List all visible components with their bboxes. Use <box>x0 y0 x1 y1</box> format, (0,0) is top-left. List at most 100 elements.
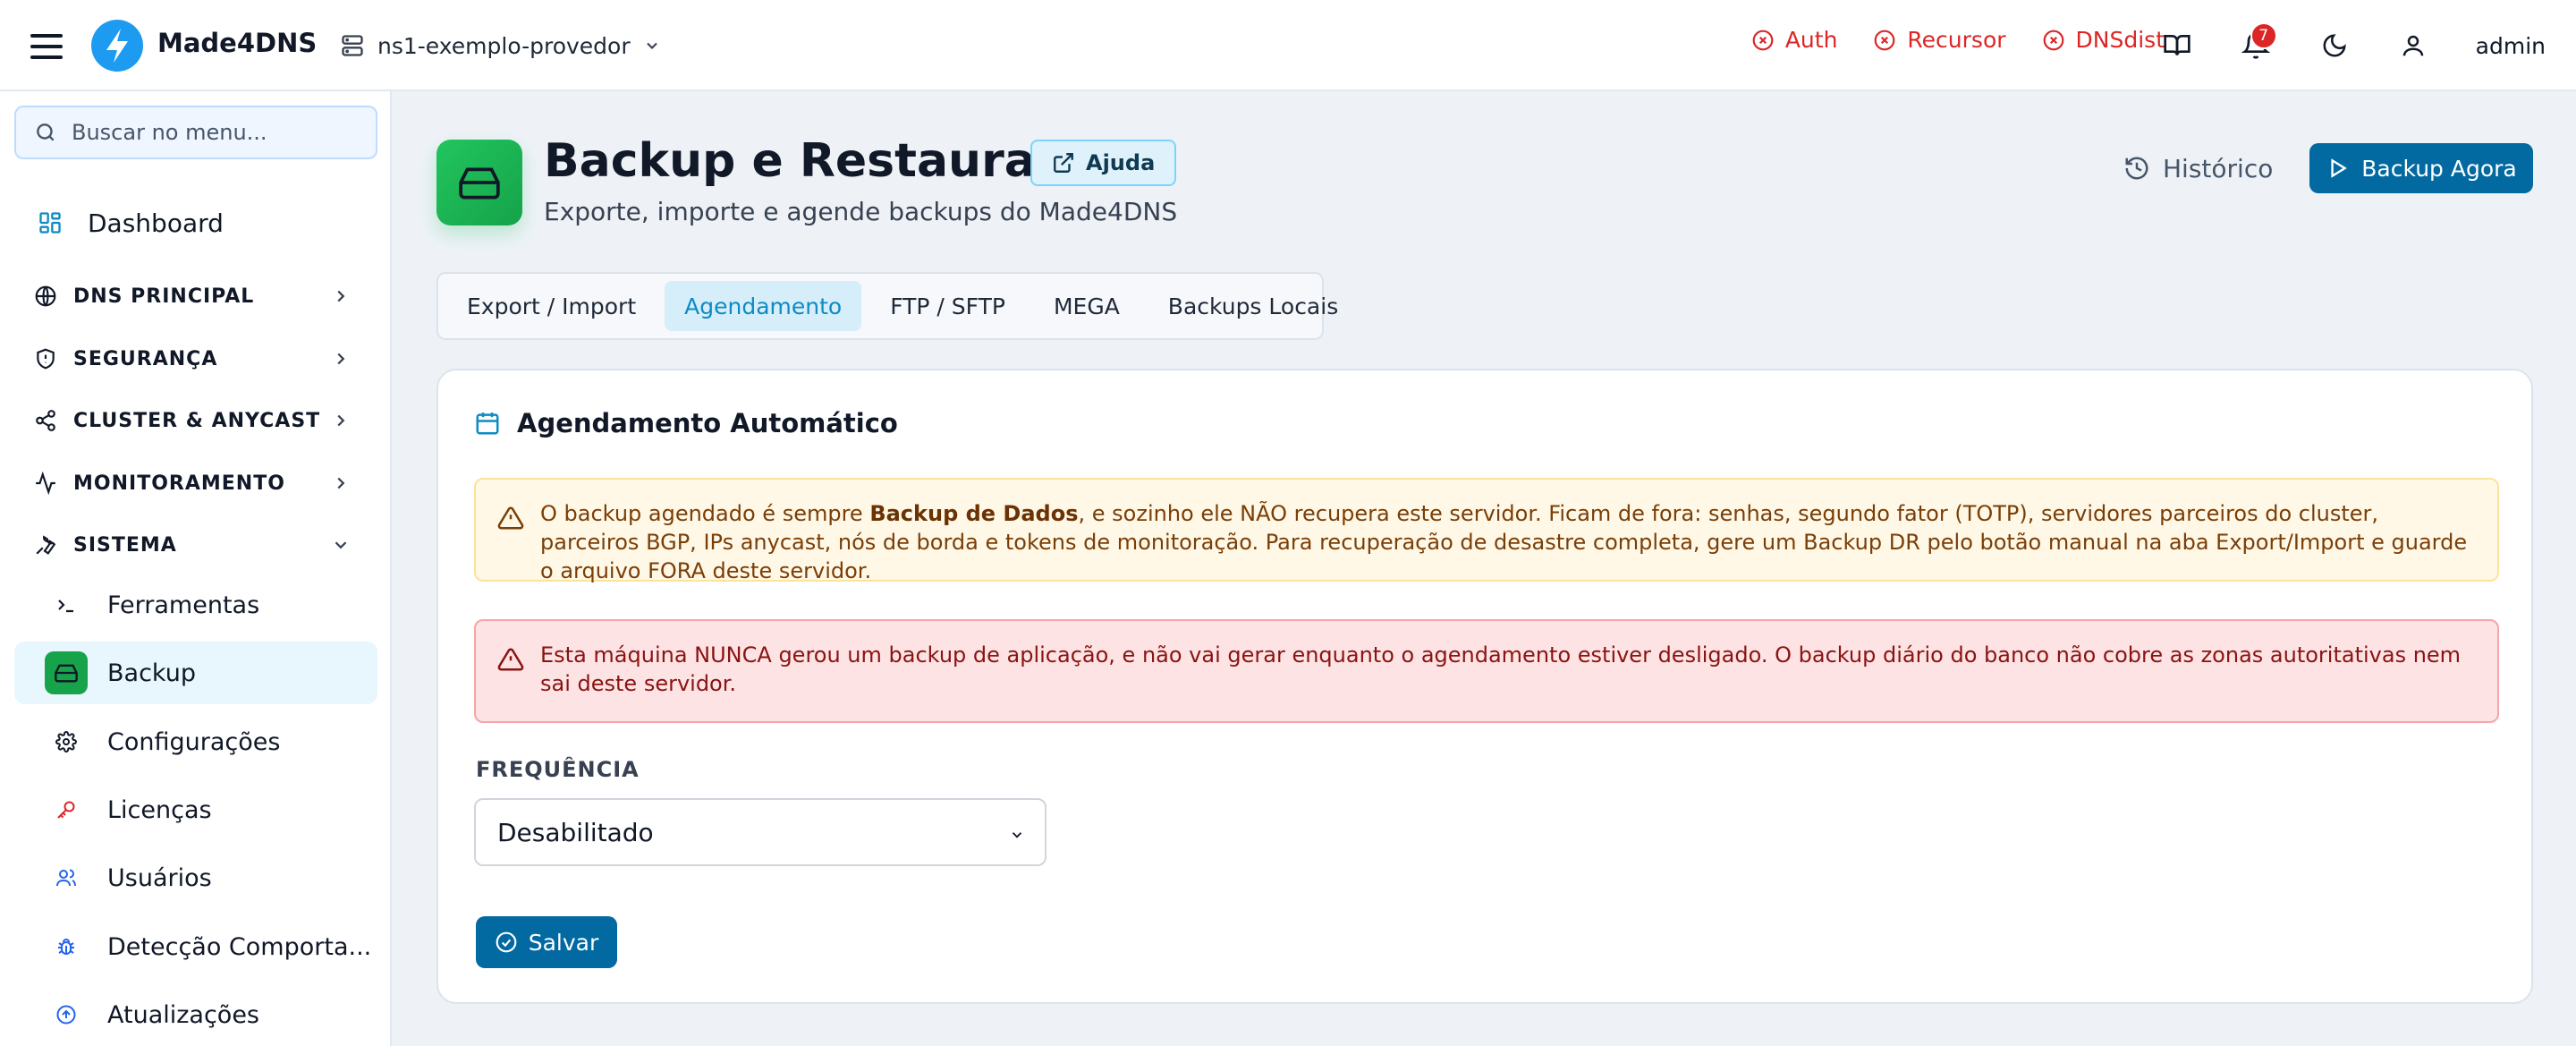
frequency-value: Desabilitado <box>497 817 654 847</box>
gear-icon <box>55 731 77 753</box>
theme-toggle[interactable] <box>2313 24 2356 67</box>
sidebar-item-usuarios[interactable]: Usuários <box>14 846 377 909</box>
schedule-card: Agendamento Automático O backup agendado… <box>436 369 2533 1004</box>
globe-icon <box>35 285 56 307</box>
play-icon <box>2331 158 2348 178</box>
book-icon <box>2163 35 2190 55</box>
sidebar-item-label: Dashboard <box>88 208 224 238</box>
service-status-group: Auth Recursor DNSdist <box>1751 27 2165 53</box>
status-label: Auth <box>1784 27 1838 53</box>
sidebar-section-seguranca[interactable]: SEGURANÇA <box>14 336 377 381</box>
help-label: Ajuda <box>1086 150 1156 175</box>
activity-icon <box>36 472 55 495</box>
warning-text: O backup agendado é sempre Backup de Dad… <box>540 501 2468 583</box>
save-label: Salvar <box>528 929 599 956</box>
users-icon <box>56 869 76 887</box>
top-actions: 7 admin <box>2156 21 2546 70</box>
sidebar-item-label: Backup <box>107 659 196 687</box>
history-icon <box>2125 157 2148 180</box>
page-subtitle: Exporte, importe e agende backups do Mad… <box>544 197 1178 226</box>
history-button[interactable]: Histórico <box>2123 149 2273 188</box>
chevron-down-icon <box>1012 832 1022 838</box>
terminal-icon <box>58 600 73 613</box>
search-input[interactable] <box>72 120 358 145</box>
menu-icon[interactable] <box>30 34 63 59</box>
brand-name: Made4DNS <box>157 28 318 58</box>
server-icon <box>342 35 363 56</box>
search-icon <box>37 123 55 141</box>
sidebar-item-dashboard[interactable]: Dashboard <box>14 199 377 247</box>
sidebar-section-dns-principal[interactable]: DNS PRINCIPAL <box>14 274 377 319</box>
alert-triangle-icon <box>497 648 524 671</box>
card-header: Agendamento Automático <box>474 408 898 438</box>
x-circle-icon <box>1752 30 1774 50</box>
warning-bold-text: Backup de Dados <box>869 501 1079 526</box>
sidebar-section-sistema[interactable]: SISTEMA <box>14 523 377 567</box>
sidebar-item-label: Atualizações <box>107 1000 260 1029</box>
status-dnsdist[interactable]: DNSdist <box>2042 27 2165 53</box>
user-menu[interactable] <box>2392 24 2435 67</box>
sidebar-item-licencas[interactable]: Licenças <box>14 778 377 841</box>
sidebar-item-label: Configurações <box>107 727 281 756</box>
chevron-down-icon <box>646 42 657 49</box>
section-label: CLUSTER & ANYCAST <box>73 409 321 432</box>
tab-backups-locais[interactable]: Backups Locais <box>1148 281 1358 331</box>
sidebar-item-backup[interactable]: Backup <box>14 642 377 704</box>
tab-mega[interactable]: MEGA <box>1034 281 1140 331</box>
notification-badge: 7 <box>2250 22 2277 49</box>
alert-triangle-icon <box>497 506 524 530</box>
help-button[interactable]: Ajuda <box>1030 140 1177 186</box>
sidebar-item-label: Licenças <box>107 795 212 824</box>
server-selector[interactable]: ns1-exemplo-provedor <box>340 25 661 66</box>
tab-ftp-sftp[interactable]: FTP / SFTP <box>870 281 1025 331</box>
sidebar-item-configuracoes[interactable]: Configurações <box>14 710 377 773</box>
sidebar-item-atualizacoes[interactable]: Atualizações <box>14 983 377 1046</box>
status-label: DNSdist <box>2075 27 2165 53</box>
section-label: SEGURANÇA <box>73 347 218 370</box>
save-button[interactable]: Salvar <box>476 916 617 968</box>
section-label: DNS PRINCIPAL <box>73 285 255 308</box>
hard-drive-icon <box>459 167 500 200</box>
status-recursor[interactable]: Recursor <box>1873 27 2006 53</box>
warning-alert: O backup agendado é sempre Backup de Dad… <box>474 478 2499 583</box>
share-icon <box>36 410 55 431</box>
backup-now-button[interactable]: Backup Agora <box>2309 143 2533 193</box>
x-circle-icon <box>2043 30 2063 50</box>
sidebar-section-cluster-anycast[interactable]: CLUSTER & ANYCAST <box>14 398 377 443</box>
check-circle-icon <box>496 931 517 953</box>
status-label: Recursor <box>1907 27 2006 53</box>
history-label: Histórico <box>2163 153 2274 183</box>
status-auth[interactable]: Auth <box>1751 27 1838 53</box>
sidebar-search <box>14 106 377 159</box>
key-icon <box>57 801 75 819</box>
sidebar: Dashboard DNS PRINCIPAL SEGURANÇA CLUSTE… <box>0 91 392 1046</box>
arrow-up-circle-icon <box>56 1005 76 1025</box>
sidebar-item-deteccao-comportamental[interactable]: Detecção Comporta... <box>14 915 377 978</box>
backup-now-label: Backup Agora <box>2361 155 2517 182</box>
sidebar-item-ferramentas[interactable]: Ferramentas <box>14 574 377 636</box>
tab-agendamento[interactable]: Agendamento <box>665 281 862 331</box>
bug-icon <box>58 939 74 955</box>
docs-button[interactable] <box>2156 24 2199 67</box>
user-icon <box>2402 35 2423 56</box>
sidebar-item-label: Ferramentas <box>107 591 260 619</box>
section-label: MONITORAMENTO <box>73 472 285 495</box>
page-icon <box>436 140 522 225</box>
tab-export-import[interactable]: Export / Import <box>447 281 656 331</box>
notifications-button[interactable]: 7 <box>2234 22 2277 67</box>
moon-icon <box>2323 34 2346 57</box>
shield-icon <box>37 348 55 370</box>
card-title: Agendamento Automático <box>517 408 898 438</box>
grid-icon <box>39 212 61 234</box>
top-bar: Made4DNS ns1-exemplo-provedor Auth Recur… <box>0 0 2576 91</box>
server-name: ns1-exemplo-provedor <box>377 32 631 59</box>
chevron-right-icon <box>337 414 345 427</box>
hard-drive-icon <box>55 664 78 683</box>
frequency-select[interactable]: Desabilitado <box>474 798 1046 866</box>
danger-alert: Esta máquina NUNCA gerou um backup de ap… <box>474 619 2499 723</box>
username[interactable]: admin <box>2470 33 2546 59</box>
frequency-label: FREQUÊNCIA <box>476 757 640 782</box>
external-link-icon <box>1054 153 1073 173</box>
sidebar-section-monitoramento[interactable]: MONITORAMENTO <box>14 461 377 506</box>
x-circle-icon <box>1875 30 1895 50</box>
